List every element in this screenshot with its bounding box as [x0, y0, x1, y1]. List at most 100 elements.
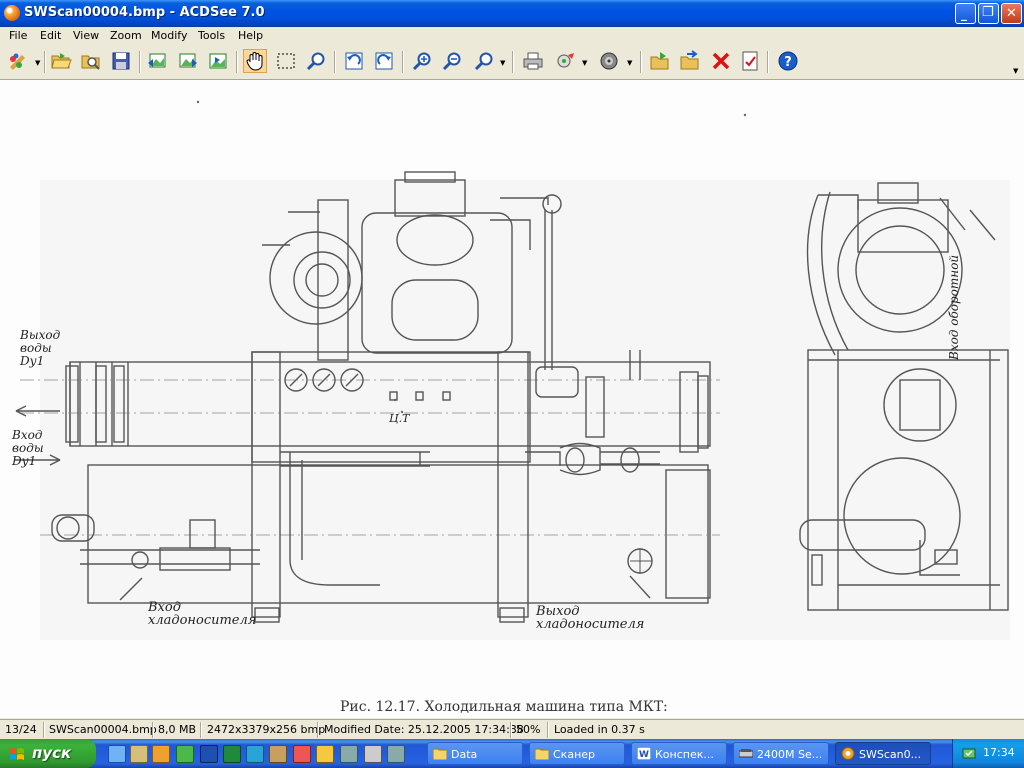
toolbar-separator	[640, 51, 642, 73]
menu-tools[interactable]: Tools	[198, 29, 225, 42]
status-separator	[317, 722, 319, 738]
label-coolant-inlet: Вход хладоносителя	[148, 600, 257, 628]
sound-icon[interactable]	[597, 49, 621, 73]
task-word-document[interactable]: W Конспек...	[631, 742, 727, 765]
status-separator	[510, 722, 512, 738]
zoom-dropdown-icon[interactable]: ▼	[500, 59, 505, 67]
menu-view[interactable]: View	[73, 29, 99, 42]
start-button[interactable]: пуск	[0, 739, 96, 768]
minimize-button[interactable]: _	[955, 3, 976, 24]
toolbar-separator	[512, 51, 514, 73]
menu-bar: File Edit View Zoom Modify Tools Help	[0, 27, 1024, 45]
quicklaunch-word-icon[interactable]	[200, 745, 218, 763]
window-title: SWScan00004.bmp - ACDSee 7.0	[24, 5, 265, 20]
acquire-icon[interactable]	[6, 49, 30, 73]
next-image-icon[interactable]	[176, 49, 200, 73]
quicklaunch-user-icon[interactable]	[340, 745, 358, 763]
quicklaunch-desktop-icon[interactable]	[130, 745, 148, 763]
rotate-right-icon[interactable]	[372, 49, 396, 73]
select-tool-icon[interactable]	[274, 49, 298, 73]
move-to-icon[interactable]	[678, 49, 702, 73]
menu-modify[interactable]: Modify	[151, 29, 187, 42]
quicklaunch-excel-icon[interactable]	[223, 745, 241, 763]
menu-zoom[interactable]: Zoom	[110, 29, 142, 42]
sound-dropdown-icon[interactable]: ▼	[627, 59, 632, 67]
menu-help[interactable]: Help	[238, 29, 263, 42]
status-separator	[547, 722, 549, 738]
magnify-icon[interactable]	[304, 49, 328, 73]
toolbar-separator	[334, 51, 336, 73]
help-icon[interactable]: ?	[776, 49, 800, 73]
task-label: Сканер	[553, 748, 596, 761]
scanner-icon	[739, 749, 753, 758]
status-zoom: 50%	[516, 723, 541, 736]
figure-caption: Рис. 12.17. Холодильная машина типа МКТ:	[340, 699, 668, 715]
toolbar-separator	[767, 51, 769, 73]
slideshow-icon[interactable]	[206, 49, 230, 73]
label-ct: Ц.Т	[389, 412, 410, 425]
quicklaunch-app-icon[interactable]	[176, 745, 194, 763]
quicklaunch-paint-icon[interactable]	[293, 745, 311, 763]
zoom-out-icon[interactable]	[440, 49, 464, 73]
export-icon[interactable]	[554, 49, 578, 73]
image-viewer[interactable]: Выход воды Dу1 Вход воды Dу1 Ц.Т Вход хладоно…	[0, 80, 1024, 718]
task-acdsee[interactable]: SWScan0...	[835, 742, 931, 765]
menu-edit[interactable]: Edit	[40, 29, 61, 42]
zoom-menu-icon[interactable]	[472, 49, 496, 73]
quicklaunch-tool-icon[interactable]	[269, 745, 287, 763]
export-dropdown-icon[interactable]: ▼	[582, 59, 587, 67]
svg-text:?: ?	[784, 55, 792, 70]
rotate-left-icon[interactable]	[342, 49, 366, 73]
status-separator	[43, 722, 45, 738]
acdsee-app-icon[interactable]	[4, 5, 20, 21]
copy-to-icon[interactable]	[648, 49, 672, 73]
properties-icon[interactable]	[738, 49, 762, 73]
menu-file[interactable]: File	[9, 29, 27, 42]
restore-icon: ❐	[982, 5, 994, 20]
status-image-index: 13/24	[5, 723, 37, 736]
taskbar: пуск Data Сканер W Конспек... 2400M Se..…	[0, 739, 1024, 768]
folder-icon	[433, 748, 447, 760]
task-data[interactable]: Data	[427, 742, 523, 765]
restore-button[interactable]: ❐	[978, 3, 999, 24]
clock[interactable]: 17:34	[983, 746, 1015, 759]
print-icon[interactable]	[521, 49, 545, 73]
task-label: Data	[451, 748, 478, 761]
save-icon[interactable]	[109, 49, 133, 73]
quicklaunch-media-icon[interactable]	[316, 745, 334, 763]
svg-text:W: W	[639, 750, 649, 760]
toolbar-separator	[139, 51, 141, 73]
delete-icon[interactable]	[709, 49, 733, 73]
status-bar: 13/24 SWScan00004.bmp 8,0 MB 2472x3379x2…	[0, 719, 1024, 740]
zoom-in-icon[interactable]	[410, 49, 434, 73]
start-label: пуск	[32, 744, 72, 762]
browse-icon[interactable]	[79, 49, 103, 73]
quicklaunch-printer-icon[interactable]	[364, 745, 382, 763]
acdsee-icon	[841, 747, 855, 760]
windows-flag-icon	[10, 748, 24, 760]
task-scanner[interactable]: Сканер	[529, 742, 625, 765]
word-icon: W	[637, 747, 651, 760]
quicklaunch-ie-icon[interactable]	[108, 745, 126, 763]
quicklaunch-a-icon[interactable]	[246, 745, 264, 763]
minimize-icon: _	[961, 7, 967, 21]
label-coolant-outlet: Выход хладоносителя	[536, 604, 645, 632]
task-scanner-app[interactable]: 2400M Se...	[733, 742, 829, 765]
hand-tool-icon[interactable]	[243, 49, 267, 73]
previous-image-icon[interactable]	[145, 49, 169, 73]
acquire-dropdown-icon[interactable]: ▼	[35, 59, 40, 67]
open-folder-icon[interactable]	[49, 49, 73, 73]
label-circulating-inlet: Вход оборотной	[947, 254, 961, 360]
task-label: SWScan0...	[859, 748, 922, 761]
status-modified-date: Modified Date: 25.12.2005 17:34:38	[324, 723, 524, 736]
title-bar[interactable]: SWScan00004.bmp - ACDSee 7.0 _ ❐ ✕	[0, 0, 1024, 27]
status-separator	[200, 722, 202, 738]
label-water-inlet: Вход воды Dу1	[12, 428, 44, 468]
status-separator	[152, 722, 154, 738]
network-icon[interactable]	[962, 746, 976, 760]
toolbar-separator	[44, 51, 46, 73]
quicklaunch-acdsee-icon[interactable]	[152, 745, 170, 763]
quicklaunch-user2-icon[interactable]	[387, 745, 405, 763]
close-button[interactable]: ✕	[1001, 3, 1022, 24]
toolbar-overflow-icon[interactable]: ▼	[1013, 67, 1018, 75]
